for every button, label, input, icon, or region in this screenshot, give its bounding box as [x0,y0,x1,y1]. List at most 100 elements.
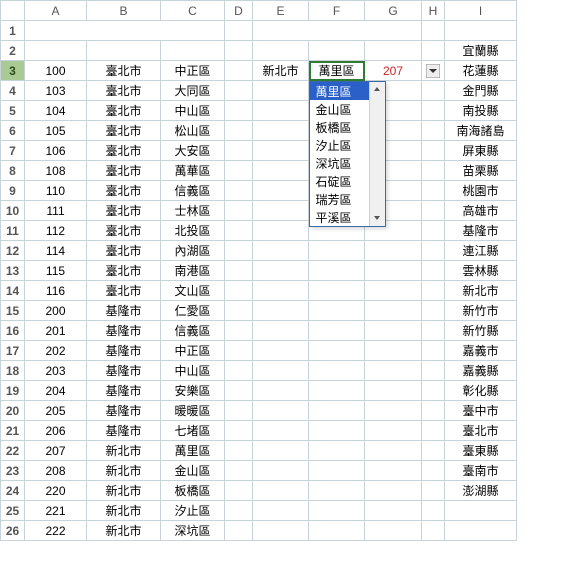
empty-cell[interactable] [309,321,365,341]
row-header[interactable]: 18 [1,361,25,381]
empty-cell[interactable] [422,241,445,261]
empty-cell[interactable] [225,61,253,81]
row-header[interactable]: 1 [1,21,25,41]
empty-cell[interactable] [225,21,253,41]
empty-cell[interactable] [253,201,309,221]
row-header[interactable]: 26 [1,521,25,541]
empty-cell[interactable] [253,441,309,461]
empty-cell[interactable] [365,341,422,361]
row-header[interactable]: 8 [1,161,25,181]
empty-cell[interactable] [309,401,365,421]
empty-cell[interactable] [422,21,445,41]
empty-cell[interactable] [253,501,309,521]
empty-cell[interactable] [225,321,253,341]
empty-cell[interactable] [422,481,445,501]
empty-cell[interactable] [253,361,309,381]
scroll-up-icon[interactable] [370,82,385,97]
col-header-D[interactable]: D [225,1,253,21]
empty-cell[interactable] [365,301,422,321]
empty-cell[interactable] [309,441,365,461]
col-header-H[interactable]: H [422,1,445,21]
empty-cell[interactable] [422,261,445,281]
row-header[interactable]: 25 [1,501,25,521]
col-header-A[interactable]: A [25,1,87,21]
empty-cell[interactable] [309,521,365,541]
empty-cell[interactable] [225,241,253,261]
empty-cell[interactable] [309,501,365,521]
empty-cell[interactable] [365,441,422,461]
col-header-F[interactable]: F [309,1,365,21]
empty-cell[interactable] [253,401,309,421]
corner-cell[interactable] [1,1,25,21]
empty-cell[interactable] [253,141,309,161]
row-header[interactable]: 17 [1,341,25,361]
empty-cell[interactable] [422,201,445,221]
empty-cell[interactable] [225,481,253,501]
empty-cell[interactable] [225,161,253,181]
empty-cell[interactable] [365,421,422,441]
empty-cell[interactable] [422,101,445,121]
empty-cell[interactable] [253,341,309,361]
empty-cell[interactable] [253,301,309,321]
empty-cell[interactable] [365,501,422,521]
row-header[interactable]: 14 [1,281,25,301]
empty-cell[interactable] [225,421,253,441]
empty-cell[interactable] [225,101,253,121]
row-header[interactable]: 12 [1,241,25,261]
empty-cell[interactable] [225,521,253,541]
row-header[interactable]: 19 [1,381,25,401]
row-header[interactable]: 9 [1,181,25,201]
empty-cell[interactable] [309,341,365,361]
empty-cell[interactable] [225,201,253,221]
empty-cell[interactable] [422,401,445,421]
empty-cell[interactable] [225,301,253,321]
empty-cell[interactable] [422,161,445,181]
empty-cell[interactable] [225,41,253,61]
col-header-G[interactable]: G [365,1,422,21]
empty-cell[interactable] [253,521,309,541]
empty-cell[interactable] [253,461,309,481]
empty-cell[interactable] [253,421,309,441]
empty-cell[interactable] [365,401,422,421]
empty-cell[interactable] [253,481,309,501]
dropdown-button[interactable] [422,61,445,81]
empty-cell[interactable] [422,501,445,521]
empty-cell[interactable] [422,341,445,361]
empty-cell[interactable] [365,261,422,281]
row-header[interactable]: 24 [1,481,25,501]
empty-cell[interactable] [309,261,365,281]
row-header[interactable]: 21 [1,421,25,441]
empty-cell[interactable] [309,241,365,261]
empty-cell[interactable] [365,241,422,261]
empty-cell[interactable] [253,261,309,281]
col-header-E[interactable]: E [253,1,309,21]
empty-cell[interactable] [309,381,365,401]
empty-cell[interactable] [422,81,445,101]
col-header-I[interactable]: I [445,1,517,21]
empty-cell[interactable] [309,421,365,441]
row-header[interactable]: 5 [1,101,25,121]
empty-cell[interactable] [422,41,445,61]
row-header[interactable]: 13 [1,261,25,281]
empty-cell[interactable] [309,361,365,381]
empty-cell[interactable] [253,221,309,241]
empty-cell[interactable] [365,521,422,541]
empty-cell[interactable] [225,281,253,301]
empty-cell[interactable] [225,261,253,281]
empty-cell[interactable] [422,421,445,441]
empty-cell[interactable] [309,461,365,481]
empty-cell[interactable] [253,321,309,341]
empty-cell[interactable] [365,281,422,301]
row-header[interactable]: 20 [1,401,25,421]
row-header[interactable]: 3 [1,61,25,81]
empty-cell[interactable] [253,161,309,181]
empty-cell[interactable] [309,281,365,301]
empty-cell[interactable] [225,341,253,361]
empty-cell[interactable] [422,321,445,341]
empty-cell[interactable] [422,281,445,301]
row-header[interactable]: 4 [1,81,25,101]
empty-cell[interactable] [253,241,309,261]
empty-cell[interactable] [253,281,309,301]
empty-cell[interactable] [422,121,445,141]
empty-cell[interactable] [422,301,445,321]
